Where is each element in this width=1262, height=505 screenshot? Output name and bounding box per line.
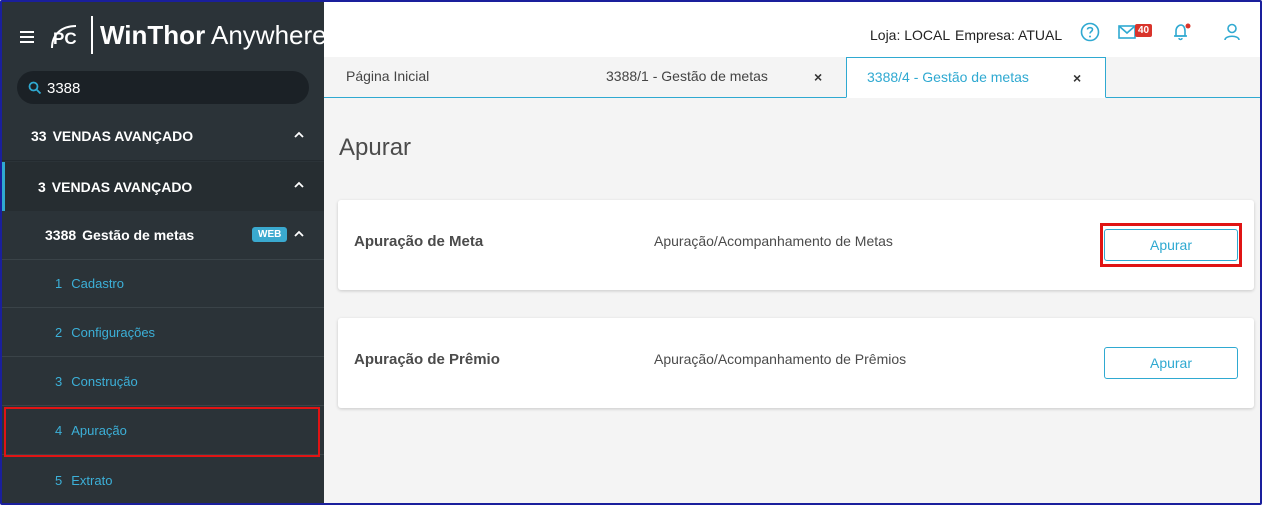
- search-box: [17, 71, 309, 104]
- app-title: WinThor Anywhere: [100, 20, 327, 51]
- pc-logo-icon: PC: [51, 25, 77, 49]
- menu-item-label: VENDAS AVANÇADO: [51, 178, 193, 195]
- web-badge: WEB: [252, 227, 288, 242]
- tab-close-icon[interactable]: ×: [814, 69, 822, 85]
- help-icon[interactable]: [1080, 22, 1100, 42]
- subitem-number: 5: [55, 472, 63, 488]
- sidebar-subitem-apuracao[interactable]: 4 Apuração: [2, 407, 324, 455]
- app-title-light: Anywhere: [210, 20, 327, 50]
- sidebar: PC WinThor Anywhere 33 VENDAS AVANÇADO 3: [2, 2, 327, 503]
- card-description: Apuração/Acompanhamento de Metas: [654, 233, 893, 249]
- card-title: Apuração de Meta: [354, 233, 484, 250]
- app-title-bold: WinThor: [100, 20, 206, 50]
- sidebar-subitem-construcao[interactable]: 3 Construção: [2, 358, 324, 406]
- sidebar-header: PC WinThor Anywhere: [2, 2, 327, 112]
- sidebar-item-33-vendas-avancado[interactable]: 33 VENDAS AVANÇADO: [2, 112, 324, 161]
- menu-item-number: 33: [31, 128, 47, 144]
- card-title: Apuração de Prêmio: [354, 351, 500, 368]
- loja-label: Loja: LOCAL: [870, 27, 951, 43]
- mail-button[interactable]: 40: [1118, 23, 1156, 41]
- card-description: Apuração/Acompanhamento de Prêmios: [654, 351, 907, 367]
- notification-bell-icon[interactable]: [1172, 22, 1192, 42]
- tab-3388-1-gestao-de-metas[interactable]: 3388/1 - Gestão de metas ×: [586, 57, 846, 97]
- user-profile-icon[interactable]: [1222, 22, 1242, 42]
- subitem-number: 2: [55, 325, 63, 340]
- subitem-label: Extrato: [71, 472, 113, 488]
- card-apuracao-de-meta: Apuração de Meta Apuração/Acompanhamento…: [338, 200, 1254, 290]
- logo-divider: [91, 16, 93, 54]
- card-apuracao-de-premio: Apuração de Prêmio Apuração/Acompanhamen…: [338, 318, 1254, 408]
- search-icon: [28, 81, 42, 95]
- sidebar-subitem-cadastro[interactable]: 1 Cadastro: [2, 260, 324, 308]
- empresa-label: Empresa: ATUAL: [955, 27, 1063, 43]
- main-content: Apurar Apuração de Meta Apuração/Acompan…: [324, 98, 1260, 503]
- tab-pagina-inicial[interactable]: Página Inicial: [324, 57, 586, 97]
- subitem-label: Cadastro: [71, 276, 124, 291]
- sidebar-subitem-configuracoes[interactable]: 2 Configurações: [2, 309, 324, 357]
- menu-item-label: Gestão de metas: [82, 227, 195, 243]
- tab-bar: Página Inicial 3388/1 - Gestão de metas …: [324, 57, 1260, 98]
- chevron-up-icon[interactable]: [294, 131, 304, 139]
- search-input[interactable]: [47, 77, 297, 99]
- chevron-up-icon[interactable]: [294, 181, 304, 189]
- mail-count-badge: 40: [1135, 24, 1153, 37]
- apurar-premio-button[interactable]: Apurar: [1104, 347, 1238, 379]
- tab-3388-4-gestao-de-metas[interactable]: 3388/4 - Gestão de metas ×: [846, 57, 1106, 98]
- subitem-label: Construção: [71, 374, 138, 389]
- pc-logo-text: PC: [53, 29, 77, 48]
- sidebar-subitem-extrato[interactable]: 5 Extrato: [2, 456, 324, 503]
- hamburger-menu-icon[interactable]: [20, 31, 34, 43]
- page-title: Apurar: [339, 134, 412, 161]
- apurar-meta-button[interactable]: Apurar: [1104, 229, 1238, 261]
- subitem-number: 4: [55, 423, 63, 438]
- tab-label: Página Inicial: [346, 68, 430, 84]
- subitem-label: Apuração: [71, 423, 127, 438]
- subitem-label: Configurações: [71, 325, 156, 340]
- menu-item-number: 3: [38, 178, 46, 195]
- tab-label: 3388/4 - Gestão de metas: [867, 69, 1029, 85]
- tab-label: 3388/1 - Gestão de metas: [606, 68, 768, 84]
- subitem-number: 3: [55, 374, 63, 389]
- menu-item-label: VENDAS AVANÇADO: [52, 128, 194, 144]
- chevron-up-icon[interactable]: [294, 230, 304, 238]
- mail-icon: [1118, 25, 1136, 39]
- tab-close-icon[interactable]: ×: [1073, 70, 1081, 86]
- menu-item-number: 3388: [45, 227, 77, 243]
- sidebar-item-3388-gestao-de-metas[interactable]: 3388 Gestão de metas WEB: [2, 211, 324, 260]
- subitem-number: 1: [55, 276, 63, 291]
- top-header: Loja: LOCAL Empresa: ATUAL 40: [324, 2, 1260, 58]
- app-window: PC WinThor Anywhere 33 VENDAS AVANÇADO 3: [0, 0, 1262, 505]
- sidebar-item-3-vendas-avancado[interactable]: 3 VENDAS AVANÇADO: [2, 162, 324, 211]
